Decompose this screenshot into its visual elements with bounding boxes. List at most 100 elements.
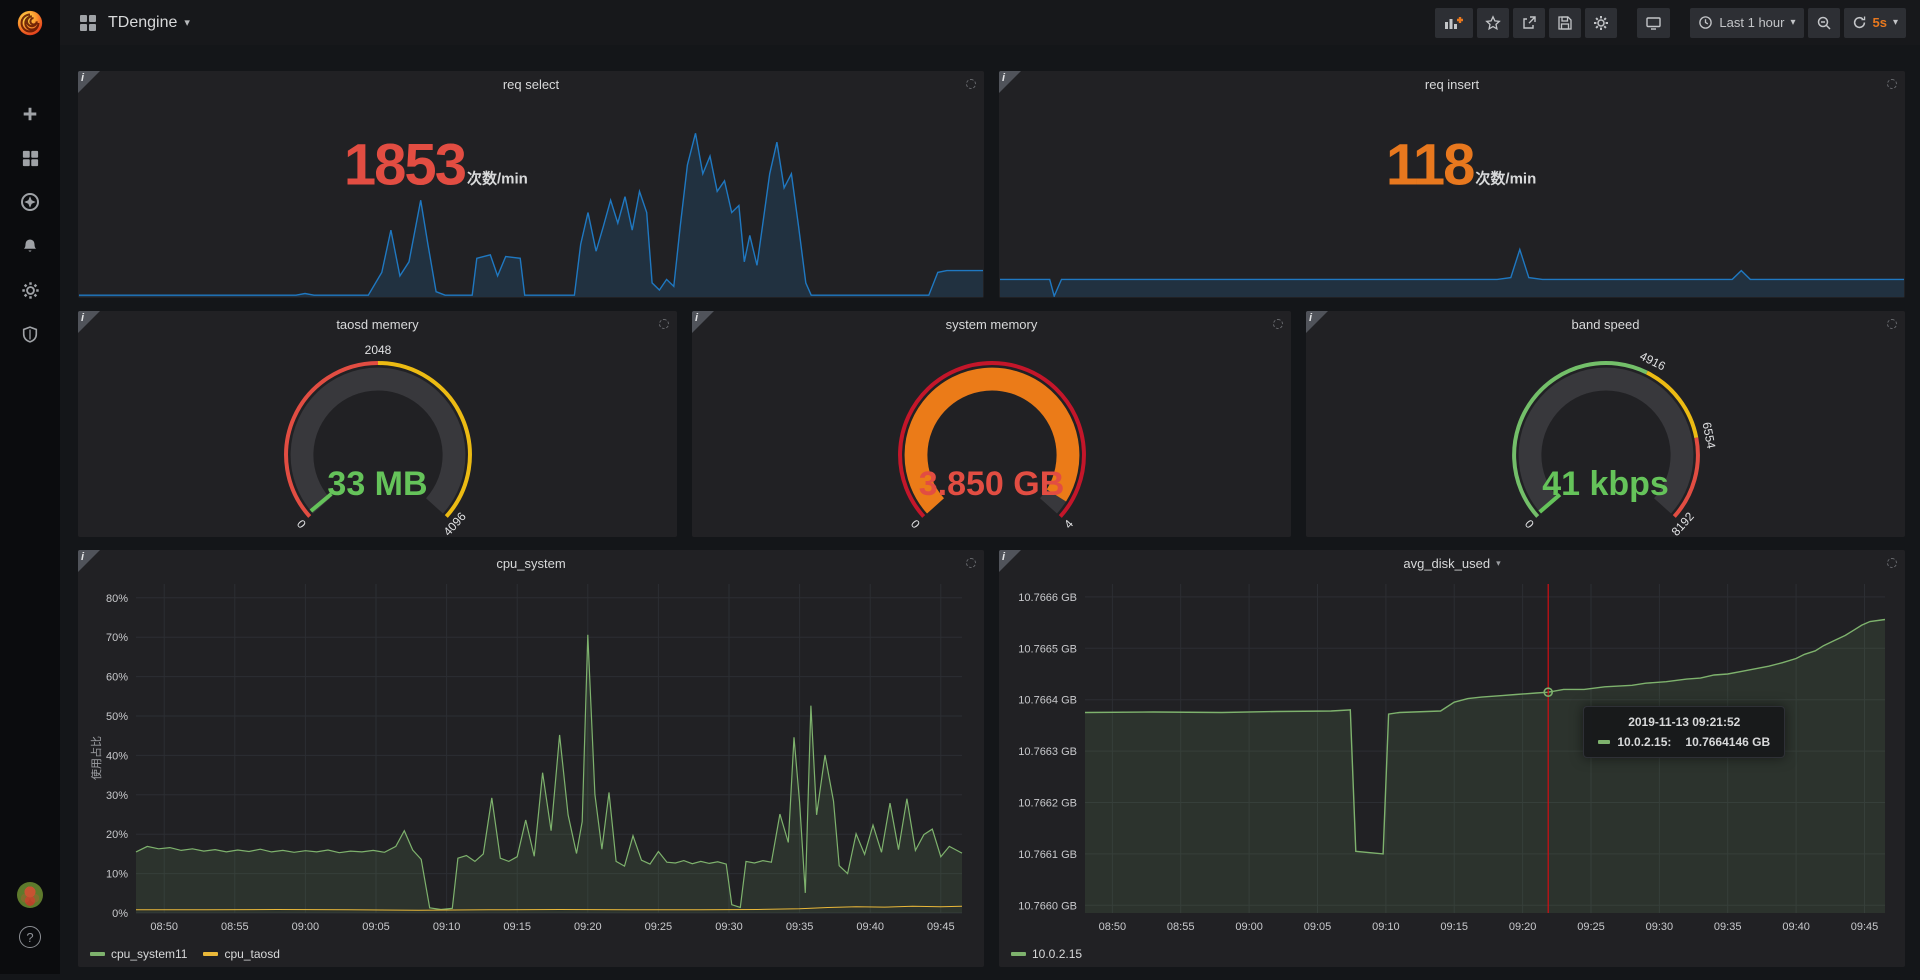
tv-mode-button[interactable] xyxy=(1637,8,1670,38)
refresh-button[interactable]: 5s ▾ xyxy=(1844,8,1907,38)
add-panel-icon xyxy=(1443,15,1465,31)
svg-text:30%: 30% xyxy=(106,790,128,802)
legend-item[interactable]: cpu_taosd xyxy=(203,947,279,961)
sidebar-item-explore[interactable] xyxy=(19,192,41,212)
panel-info-corner[interactable]: i xyxy=(78,71,100,93)
panel-info-corner[interactable]: i xyxy=(78,550,100,572)
user-avatar[interactable] xyxy=(17,882,43,908)
svg-text:10.7662 GB: 10.7662 GB xyxy=(1018,798,1077,810)
grafana-logo-icon xyxy=(15,8,45,38)
dashboard-picker-icon[interactable] xyxy=(80,15,96,31)
graph-tooltip: 2019-11-13 09:21:52 10.0.2.15: 10.766414… xyxy=(1583,706,1785,758)
panel-title[interactable]: cpu_system xyxy=(78,550,984,576)
gear-icon xyxy=(21,281,40,300)
legend-item[interactable]: 10.0.2.15 xyxy=(1011,947,1082,961)
dashboards-icon xyxy=(21,149,40,168)
svg-text:09:05: 09:05 xyxy=(1304,921,1332,933)
panel-info-corner[interactable]: i xyxy=(1306,311,1328,333)
system-memory-gauge: 04 xyxy=(822,341,1162,537)
panel-band-speed: i band speed 0491665548192 41 kbps xyxy=(1306,311,1905,537)
svg-text:09:20: 09:20 xyxy=(1509,921,1537,933)
grafana-logo[interactable] xyxy=(0,0,60,45)
svg-text:20%: 20% xyxy=(106,829,128,841)
panel-title[interactable]: req select xyxy=(78,71,984,97)
gauge-value: 3.850 GB xyxy=(822,465,1162,504)
sidebar-item-alerting[interactable] xyxy=(19,236,41,256)
svg-text:2048: 2048 xyxy=(364,343,391,357)
req-select-sparkline[interactable] xyxy=(79,121,983,297)
navbar: TDengine ▾ xyxy=(0,0,1920,45)
panel-title[interactable]: taosd memery xyxy=(78,311,677,337)
svg-text:09:25: 09:25 xyxy=(645,921,673,933)
svg-text:09:35: 09:35 xyxy=(786,921,814,933)
svg-text:10.7661 GB: 10.7661 GB xyxy=(1018,849,1077,861)
singlestat-value: 1853 次数/min xyxy=(344,140,528,189)
avg-disk-used-graph[interactable]: 08:5008:5509:0009:0509:1009:1509:2009:25… xyxy=(1005,578,1899,939)
share-dashboard-button[interactable] xyxy=(1513,8,1545,38)
panel-system-memory: i system memory 04 3.850 GB xyxy=(692,311,1291,537)
svg-text:10.7663 GB: 10.7663 GB xyxy=(1018,746,1077,758)
panel-loading-spinner-icon xyxy=(1887,79,1897,89)
svg-text:10.7666 GB: 10.7666 GB xyxy=(1018,592,1077,604)
svg-text:60%: 60% xyxy=(106,672,128,684)
time-range-picker[interactable]: Last 1 hour ▾ xyxy=(1690,8,1803,38)
help-button[interactable]: ? xyxy=(19,926,41,948)
svg-text:08:50: 08:50 xyxy=(1099,921,1127,933)
panel-info-corner[interactable]: i xyxy=(999,550,1021,572)
gear-icon xyxy=(1593,15,1609,31)
sidebar-item-server-admin[interactable] xyxy=(19,324,41,344)
panel-info-corner[interactable]: i xyxy=(78,311,100,333)
panel-info-corner[interactable]: i xyxy=(999,71,1021,93)
refresh-interval-select[interactable]: 5s xyxy=(1873,15,1887,30)
refresh-icon[interactable] xyxy=(1852,15,1867,30)
svg-text:09:35: 09:35 xyxy=(1714,921,1742,933)
gauge-value: 41 kbps xyxy=(1436,465,1776,504)
legend-swatch xyxy=(90,952,105,956)
panel-req-insert: i req insert 118 次数/min xyxy=(999,71,1905,298)
svg-text:09:30: 09:30 xyxy=(715,921,743,933)
time-range-label: Last 1 hour xyxy=(1719,15,1784,30)
panel-title[interactable]: avg_disk_used ▾ xyxy=(999,550,1905,576)
star-dashboard-button[interactable] xyxy=(1477,8,1509,38)
legend-swatch xyxy=(203,952,218,956)
graph-legend: cpu_system11 cpu_taosd xyxy=(90,947,280,961)
panel-loading-spinner-icon xyxy=(659,319,669,329)
svg-text:09:30: 09:30 xyxy=(1646,921,1674,933)
legend-label: 10.0.2.15 xyxy=(1032,947,1082,961)
panel-title[interactable]: system memory xyxy=(692,311,1291,337)
legend-swatch xyxy=(1011,952,1026,956)
svg-text:09:15: 09:15 xyxy=(1440,921,1468,933)
panel-info-corner[interactable]: i xyxy=(692,311,714,333)
svg-text:4096: 4096 xyxy=(440,509,468,537)
panel-title[interactable]: band speed xyxy=(1306,311,1905,337)
dashboard-title[interactable]: TDengine xyxy=(108,14,177,32)
add-panel-button[interactable] xyxy=(1435,8,1473,38)
dashboard-settings-button[interactable] xyxy=(1585,8,1617,38)
panel-avg-disk-used: i avg_disk_used ▾ 08:5008:5509:0009:0509… xyxy=(999,550,1905,967)
svg-text:09:45: 09:45 xyxy=(927,921,955,933)
panel-loading-spinner-icon xyxy=(966,558,976,568)
panel-menu-caret-icon[interactable]: ▾ xyxy=(1496,558,1501,569)
tooltip-series-value: 10.7664146 GB xyxy=(1685,735,1770,749)
graph-legend: 10.0.2.15 xyxy=(1011,947,1082,961)
legend-item[interactable]: cpu_system11 xyxy=(90,947,187,961)
sidebar-item-configuration[interactable] xyxy=(19,280,41,300)
svg-text:10.7660 GB: 10.7660 GB xyxy=(1018,900,1077,912)
svg-text:09:05: 09:05 xyxy=(362,921,390,933)
sidebar-item-create[interactable] xyxy=(19,104,41,124)
svg-text:09:20: 09:20 xyxy=(574,921,602,933)
cpu-system-graph[interactable]: 08:5008:5509:0009:0509:1009:1509:2009:25… xyxy=(84,578,978,939)
monitor-icon xyxy=(1645,15,1662,31)
svg-text:50%: 50% xyxy=(106,711,128,723)
svg-text:09:10: 09:10 xyxy=(433,921,461,933)
sidebar-item-dashboards[interactable] xyxy=(19,148,41,168)
svg-text:8192: 8192 xyxy=(1668,509,1696,537)
save-dashboard-button[interactable] xyxy=(1549,8,1581,38)
svg-text:08:55: 08:55 xyxy=(221,921,249,933)
svg-text:08:55: 08:55 xyxy=(1167,921,1195,933)
zoom-out-button[interactable] xyxy=(1808,8,1840,38)
dashboard-grid: i req select 1853 次数/min i req insert 11… xyxy=(60,45,1920,980)
chevron-down-icon[interactable]: ▾ xyxy=(184,16,190,29)
panel-title[interactable]: req insert xyxy=(999,71,1905,97)
panel-loading-spinner-icon xyxy=(966,79,976,89)
